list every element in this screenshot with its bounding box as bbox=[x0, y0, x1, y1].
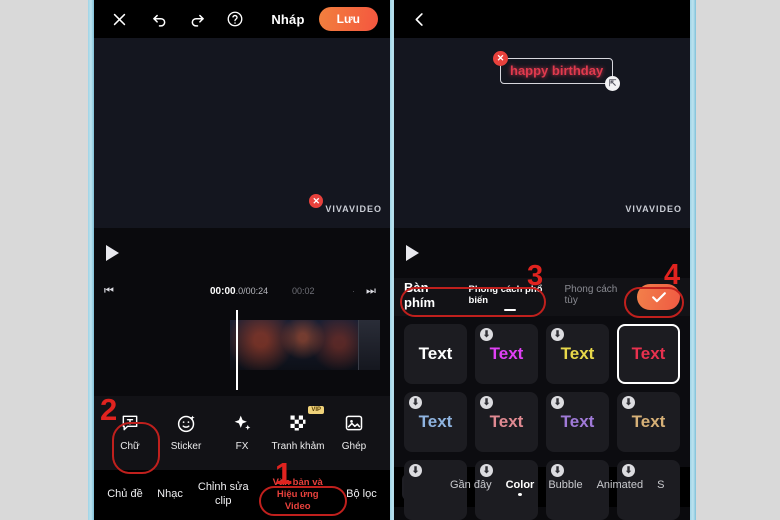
download-icon[interactable]: ⬇ bbox=[551, 396, 564, 409]
annotation-number-4: 4 bbox=[664, 259, 681, 291]
back-chevron-icon[interactable] bbox=[406, 6, 432, 32]
style-cell[interactable]: ⬇ Text bbox=[404, 392, 467, 452]
phone-edge-right-inner bbox=[690, 0, 696, 520]
redo-icon[interactable] bbox=[184, 6, 210, 32]
style-cell[interactable]: ⬇ Text bbox=[475, 392, 538, 452]
sparkle-icon bbox=[229, 410, 255, 436]
left-timeline[interactable] bbox=[94, 304, 390, 396]
watermark-group: ✕ VIVAVIDEO bbox=[309, 194, 382, 214]
annotation-number-3: 3 bbox=[527, 260, 544, 292]
watermark-label: VIVAVIDEO bbox=[325, 204, 382, 214]
skip-next-icon[interactable]: ⏭ bbox=[366, 285, 380, 298]
style-text: Text bbox=[560, 344, 595, 363]
tool-sticker[interactable]: Sticker bbox=[158, 410, 214, 452]
play-icon[interactable] bbox=[106, 245, 119, 261]
style-text: Text bbox=[418, 412, 453, 431]
download-icon[interactable]: ⬇ bbox=[409, 396, 422, 409]
text-overlay-box[interactable]: happy birthday ✕ ⇱ bbox=[493, 51, 621, 91]
style-cell[interactable]: ⬇ Text bbox=[546, 324, 609, 384]
text-style-grid: Text ⬇ Text ⬇ Text Text ⬇ Text ⬇ Text ⬇ Text … bbox=[394, 316, 690, 520]
mosaic-icon bbox=[285, 410, 311, 436]
tab-color[interactable]: Color bbox=[506, 479, 535, 495]
save-button[interactable]: Lưu bbox=[318, 7, 378, 31]
annotation-ring-van-ban bbox=[259, 486, 347, 516]
download-icon[interactable]: ⬇ bbox=[480, 328, 493, 341]
watermark-group-right: VIVAVIDEO bbox=[625, 204, 682, 214]
current-time-frac: .0 bbox=[235, 285, 244, 296]
left-time-ruler: ⏮ 00:00.0/00:24 00:02 · ⏭ bbox=[94, 278, 390, 304]
annotation-ring-chu bbox=[112, 422, 160, 474]
right-video-preview[interactable]: happy birthday ✕ ⇱ VIVAVIDEO bbox=[394, 38, 690, 228]
download-icon[interactable]: ⬇ bbox=[551, 328, 564, 341]
tool-label: Sticker bbox=[170, 441, 202, 452]
sticker-face-icon bbox=[173, 410, 199, 436]
text-overlay-value: happy birthday bbox=[510, 63, 604, 78]
tool-label: Tranh khảm bbox=[271, 441, 325, 452]
text-delete-icon[interactable]: ✕ bbox=[493, 51, 508, 66]
vip-badge: VIP bbox=[308, 406, 324, 414]
watermark-close-icon[interactable]: ✕ bbox=[309, 194, 324, 208]
nav-chu-de[interactable]: Chủ đề bbox=[107, 488, 142, 502]
annotation-ring-style-tabs bbox=[400, 287, 546, 317]
tab-bubble[interactable]: Bubble bbox=[548, 479, 582, 495]
download-icon[interactable]: ⬇ bbox=[480, 464, 493, 477]
style-text: Text bbox=[489, 344, 524, 363]
tool-label: FX bbox=[235, 441, 249, 452]
timeline-clip-thumbnails[interactable] bbox=[230, 320, 370, 370]
text-overlay[interactable]: happy birthday ✕ ⇱ bbox=[493, 51, 621, 91]
tool-fx[interactable]: FX bbox=[214, 410, 270, 452]
tab-gan-day[interactable]: Gần đây bbox=[450, 479, 492, 495]
total-time: /00:24 bbox=[243, 285, 269, 296]
download-icon[interactable]: ⬇ bbox=[480, 396, 493, 409]
style-cell[interactable]: Text bbox=[404, 324, 467, 384]
timeline-playhead[interactable] bbox=[236, 310, 238, 390]
style-cell-selected[interactable]: Text bbox=[617, 324, 680, 384]
screenshot-root: Nháp Lưu ✕ VIVAVIDEO ⏮ 00:00.0/00:24 00:… bbox=[0, 0, 780, 520]
download-icon[interactable]: ⬇ bbox=[409, 464, 422, 477]
ruler-mark-time: 00:02 bbox=[292, 286, 315, 296]
left-top-bar: Nháp Lưu bbox=[94, 0, 390, 38]
tool-label: Ghép bbox=[341, 441, 367, 452]
current-time: 00:00 bbox=[210, 285, 236, 297]
tab-phong-cach-tuy[interactable]: Phong cách tùy bbox=[565, 284, 624, 310]
nav-chinh-sua-clip[interactable]: Chỉnh sửa clip bbox=[197, 481, 249, 509]
left-play-row bbox=[94, 228, 390, 278]
text-resize-handle-icon[interactable]: ⇱ bbox=[605, 76, 621, 91]
style-text: Text bbox=[631, 344, 666, 363]
tab-animated[interactable]: Animated bbox=[597, 479, 643, 495]
style-text: Text bbox=[489, 412, 524, 431]
download-icon[interactable]: ⬇ bbox=[622, 396, 635, 409]
style-text: Text bbox=[418, 344, 453, 363]
picture-in-picture-icon bbox=[341, 410, 367, 436]
close-icon[interactable] bbox=[106, 6, 132, 32]
draft-button[interactable]: Nháp bbox=[271, 12, 304, 27]
watermark-label: VIVAVIDEO bbox=[625, 204, 682, 214]
ruler-tick: · bbox=[352, 286, 355, 296]
timeline-clip-end[interactable] bbox=[358, 320, 380, 370]
download-icon[interactable]: ⬇ bbox=[551, 464, 564, 477]
tab-s-cut[interactable]: S bbox=[657, 479, 664, 495]
time-readout: 00:00.0/00:24 bbox=[210, 286, 268, 297]
download-icon[interactable]: ⬇ bbox=[622, 464, 635, 477]
right-top-bar bbox=[394, 0, 690, 38]
style-cell[interactable]: ⬇ Text bbox=[617, 392, 680, 452]
style-text: Text bbox=[631, 412, 666, 431]
nav-bo-loc[interactable]: Bộ lọc bbox=[346, 488, 377, 502]
skip-previous-icon[interactable]: ⏮ bbox=[104, 285, 118, 298]
annotation-number-2: 2 bbox=[100, 392, 118, 427]
style-text: Text bbox=[560, 412, 595, 431]
undo-icon[interactable] bbox=[146, 6, 172, 32]
annotation-number-1: 1 bbox=[275, 456, 293, 491]
style-cell[interactable]: ⬇ Text bbox=[546, 392, 609, 452]
style-cell[interactable]: ⬇ Text bbox=[475, 324, 538, 384]
help-icon[interactable] bbox=[222, 6, 248, 32]
left-video-preview[interactable]: ✕ VIVAVIDEO bbox=[94, 38, 390, 228]
nav-nhac[interactable]: Nhạc bbox=[157, 488, 183, 502]
tool-tranh-kham[interactable]: VIP Tranh khảm bbox=[270, 406, 326, 452]
play-icon[interactable] bbox=[406, 245, 419, 261]
tool-ghep[interactable]: Ghép bbox=[326, 410, 382, 452]
